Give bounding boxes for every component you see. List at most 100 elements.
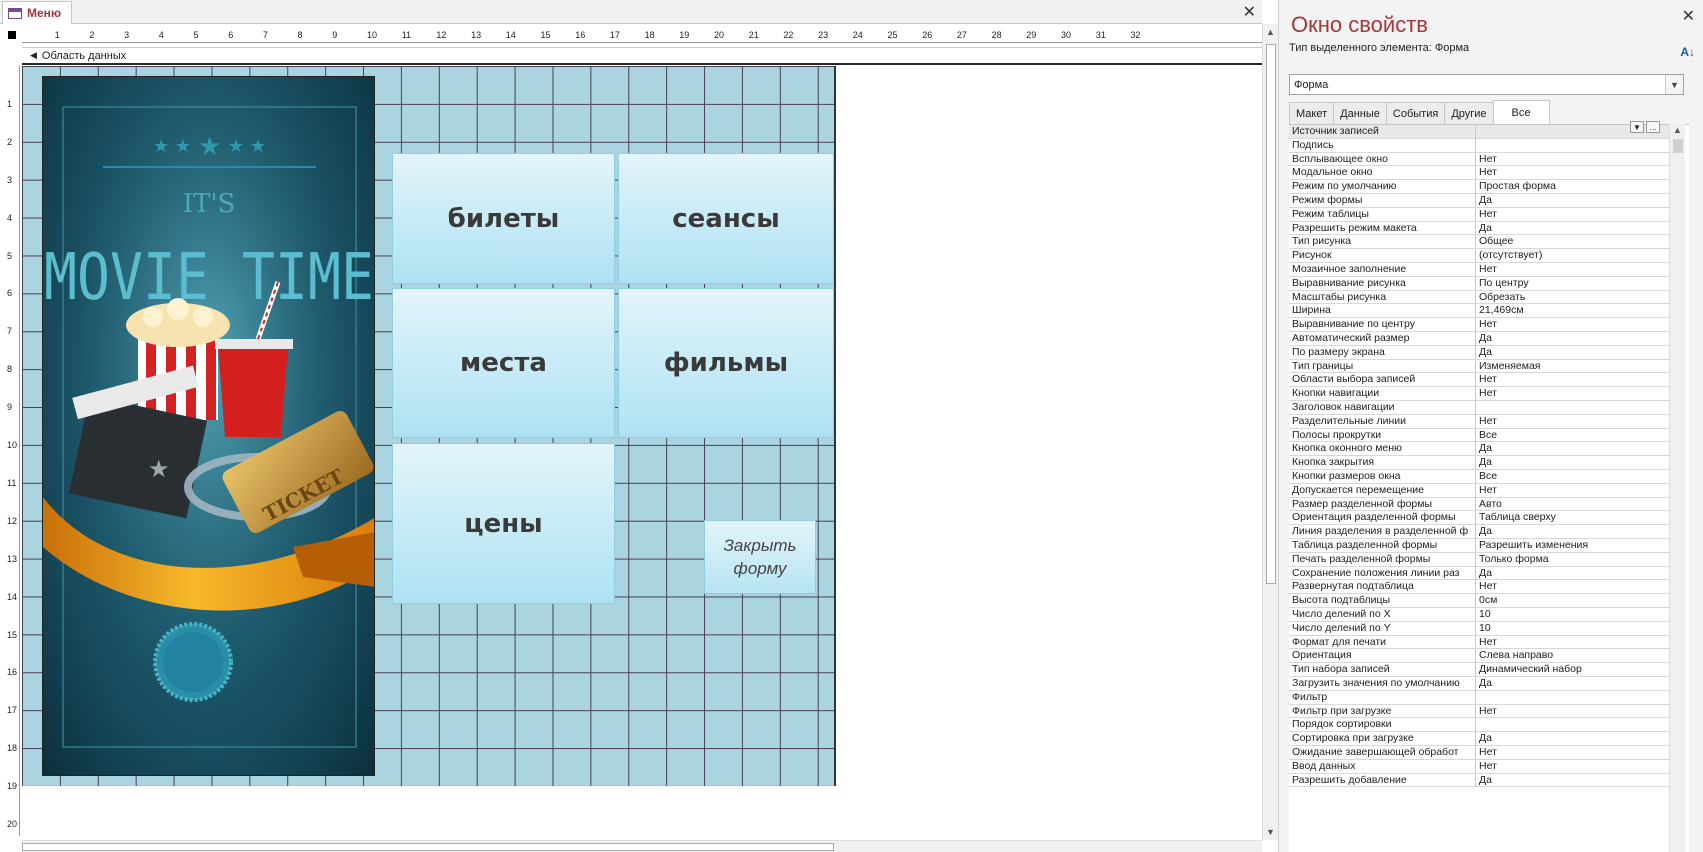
property-value[interactable]: Да — [1476, 677, 1669, 691]
property-value[interactable]: Да — [1476, 345, 1669, 360]
scroll-thumb[interactable] — [22, 843, 834, 851]
property-row[interactable]: Таблица разделенной формы Разрешить измен… — [1289, 539, 1689, 553]
property-row[interactable]: Автоматический размер Да — [1289, 332, 1689, 346]
property-value[interactable]: Да — [1476, 456, 1669, 470]
property-row[interactable]: Выравнивание рисунка По центру — [1289, 276, 1689, 291]
tab-events[interactable]: События — [1385, 102, 1446, 124]
property-value[interactable]: Общее — [1476, 235, 1669, 250]
property-row[interactable]: Кнопка закрытия Да — [1289, 456, 1689, 470]
property-row[interactable]: Фильтр при загрузке Нет — [1289, 704, 1689, 719]
builder-ellipsis-icon[interactable]: … — [1646, 121, 1660, 133]
chevron-down-icon[interactable]: ▼ — [1665, 75, 1683, 94]
property-row[interactable]: Выравнивание по центру Нет — [1289, 318, 1689, 332]
tab-data[interactable]: Данные — [1333, 102, 1387, 124]
property-row[interactable]: Сохранение положения линии раз Да — [1289, 566, 1689, 581]
property-value[interactable]: Авто — [1476, 497, 1669, 512]
property-row[interactable]: Разрешить добавление Да — [1289, 773, 1689, 788]
dropdown-arrow-icon[interactable]: ▼ — [1630, 121, 1644, 133]
property-row[interactable]: Размер разделенной формы Авто — [1289, 497, 1689, 512]
property-value[interactable]: Разрешить изменения — [1476, 539, 1669, 553]
property-row[interactable]: Мозаичное заполнение Нет — [1289, 263, 1689, 277]
property-value[interactable]: Простая форма — [1476, 180, 1669, 194]
property-scrollbar[interactable]: ▲ — [1669, 124, 1685, 852]
property-value[interactable]: Да — [1476, 732, 1669, 746]
property-value[interactable] — [1476, 718, 1669, 733]
tab-all[interactable]: Все — [1492, 100, 1550, 124]
property-value[interactable]: 10 — [1476, 621, 1669, 636]
close-form-button[interactable]: Закрыть форму — [704, 520, 816, 594]
sort-icon[interactable]: A↓ — [1680, 45, 1695, 59]
property-row[interactable]: Допускается перемещение Нет — [1289, 483, 1689, 498]
property-row[interactable]: Кнопки навигации Нет — [1289, 387, 1689, 401]
property-value[interactable] — [1476, 401, 1669, 415]
property-value[interactable]: Нет — [1476, 414, 1669, 429]
vertical-ruler[interactable]: 1 2 3 4 5 6 7 8 9 10 11 12 13 14 15 16 17 18 19 20 — [4, 66, 20, 836]
property-row[interactable]: Ориентация Слева направо — [1289, 649, 1689, 664]
property-value[interactable]: Да — [1476, 221, 1669, 236]
property-value[interactable]: Нет — [1476, 704, 1669, 719]
property-row[interactable]: Сортировка при загрузке Да — [1289, 732, 1689, 746]
design-horizontal-scrollbar[interactable] — [22, 840, 1262, 852]
property-row[interactable]: Развернутая подтаблица Нет — [1289, 580, 1689, 595]
property-value[interactable]: 0см — [1476, 594, 1669, 608]
property-value[interactable]: Да — [1476, 332, 1669, 346]
property-value[interactable]: Таблица сверху — [1476, 511, 1669, 526]
property-row[interactable]: Ожидание завершающей обработ Нет — [1289, 746, 1689, 760]
property-row[interactable]: Рисунок (отсутствует) — [1289, 249, 1689, 263]
property-row[interactable]: Разделительные линии Нет — [1289, 414, 1689, 429]
property-row[interactable]: Подпись — [1289, 138, 1689, 153]
property-value[interactable]: Нет — [1476, 207, 1669, 222]
property-row[interactable]: Режим таблицы Нет — [1289, 207, 1689, 222]
property-value[interactable]: Обрезать — [1476, 290, 1669, 305]
property-value[interactable]: Нет — [1476, 746, 1669, 760]
horizontal-ruler[interactable]: 1 2 3 4 5 6 7 8 9 10 11 12 13 14 15 16 17 18 19 20 21 22 23 24 2… — [22, 27, 1262, 43]
object-select[interactable]: Форма ▼ — [1289, 74, 1684, 95]
property-row[interactable]: Загрузить значения по умолчанию Да — [1289, 677, 1689, 691]
property-value[interactable]: 21,469см — [1476, 304, 1669, 319]
property-row[interactable]: Области выбора записей Нет — [1289, 373, 1689, 388]
seats-button[interactable]: места — [392, 288, 615, 438]
property-value[interactable]: Да — [1476, 773, 1669, 788]
property-value[interactable] — [1476, 690, 1669, 705]
close-document-icon[interactable]: ✕ — [1243, 2, 1256, 22]
property-value[interactable]: Изменяемая — [1476, 359, 1669, 374]
scroll-thumb[interactable] — [1266, 44, 1276, 584]
property-value[interactable]: Да — [1476, 194, 1669, 208]
property-value[interactable]: Динамический набор — [1476, 663, 1669, 677]
property-value[interactable]: (отсутствует) — [1476, 249, 1669, 263]
property-value[interactable]: Нет — [1476, 483, 1669, 498]
property-value[interactable]: По центру — [1476, 276, 1669, 291]
property-value[interactable]: Нет — [1476, 759, 1669, 774]
property-row[interactable]: Число делений по X 10 — [1289, 608, 1689, 622]
property-row[interactable]: Источник записей — [1289, 125, 1689, 139]
prices-button[interactable]: цены — [392, 443, 615, 604]
property-row[interactable]: Заголовок навигации — [1289, 401, 1689, 415]
property-row[interactable]: Режим по умолчанию Простая форма — [1289, 180, 1689, 194]
scroll-up-icon[interactable]: ▲ — [1673, 125, 1682, 135]
scroll-up-icon[interactable]: ▲ — [1266, 27, 1275, 37]
property-row[interactable]: Модальное окно Нет — [1289, 166, 1689, 181]
property-value[interactable]: Нет — [1476, 263, 1669, 277]
scroll-down-icon[interactable]: ▼ — [1266, 827, 1275, 837]
property-value[interactable]: Да — [1476, 525, 1669, 539]
property-row[interactable]: Ввод данных Нет — [1289, 759, 1689, 774]
property-row[interactable]: Тип границы Изменяемая — [1289, 359, 1689, 374]
form-selector[interactable] — [4, 27, 20, 43]
property-value[interactable]: Нет — [1476, 580, 1669, 595]
close-icon[interactable]: ✕ — [1682, 6, 1695, 26]
property-row[interactable]: Кнопки размеров окна Все — [1289, 470, 1689, 484]
property-value[interactable]: Только форма — [1476, 552, 1669, 567]
property-row[interactable]: Число делений по Y 10 — [1289, 621, 1689, 636]
property-row[interactable]: Кнопка оконного меню Да — [1289, 442, 1689, 457]
property-row[interactable]: Тип набора записей Динамический набор — [1289, 663, 1689, 677]
property-value[interactable]: Слева направо — [1476, 649, 1669, 664]
property-row[interactable]: Разрешить режим макета Да — [1289, 221, 1689, 236]
tab-other[interactable]: Другие — [1444, 102, 1494, 124]
property-value[interactable]: Нет — [1476, 152, 1669, 167]
property-value[interactable] — [1476, 138, 1669, 153]
scroll-thumb[interactable] — [1673, 139, 1683, 153]
property-value[interactable]: Нет — [1476, 373, 1669, 388]
document-tab-menu[interactable]: Меню — [2, 1, 72, 24]
property-value[interactable]: Нет — [1476, 166, 1669, 181]
property-row[interactable]: Ширина 21,469см — [1289, 304, 1689, 319]
